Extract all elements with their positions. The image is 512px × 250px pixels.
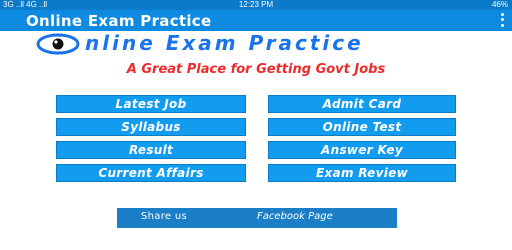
exam-review-button[interactable]: Exam Review <box>268 164 456 182</box>
latest-job-button[interactable]: Latest Job <box>56 95 246 113</box>
status-bar: 3G ..ll 4G ..ll 12:23 PM 46% <box>0 0 512 10</box>
syllabus-button[interactable]: Syllabus <box>56 118 246 136</box>
clock: 12:23 PM <box>238 0 274 9</box>
answer-key-button[interactable]: Answer Key <box>268 141 456 159</box>
logo-brand-text: nline Exam Practice <box>85 31 364 55</box>
current-affairs-button[interactable]: Current Affairs <box>56 164 246 182</box>
admit-card-button[interactable]: Admit Card <box>268 95 456 113</box>
app-bar: Online Exam Practice <box>0 10 512 31</box>
result-button[interactable]: Result <box>56 141 246 159</box>
battery-status: 46% <box>491 0 508 9</box>
overflow-menu-icon[interactable] <box>498 12 506 28</box>
facebook-page-link[interactable]: Facebook Page <box>257 211 333 222</box>
share-bar: Share us Facebook Page <box>117 208 397 228</box>
app-title: Online Exam Practice <box>26 12 212 30</box>
eye-logo-icon <box>36 33 80 55</box>
online-test-button[interactable]: Online Test <box>268 118 456 136</box>
share-us-button[interactable]: Share us <box>141 211 187 222</box>
logo: nline Exam Practice <box>36 31 476 58</box>
tagline: A Great Place for Getting Govt Jobs <box>126 62 386 77</box>
